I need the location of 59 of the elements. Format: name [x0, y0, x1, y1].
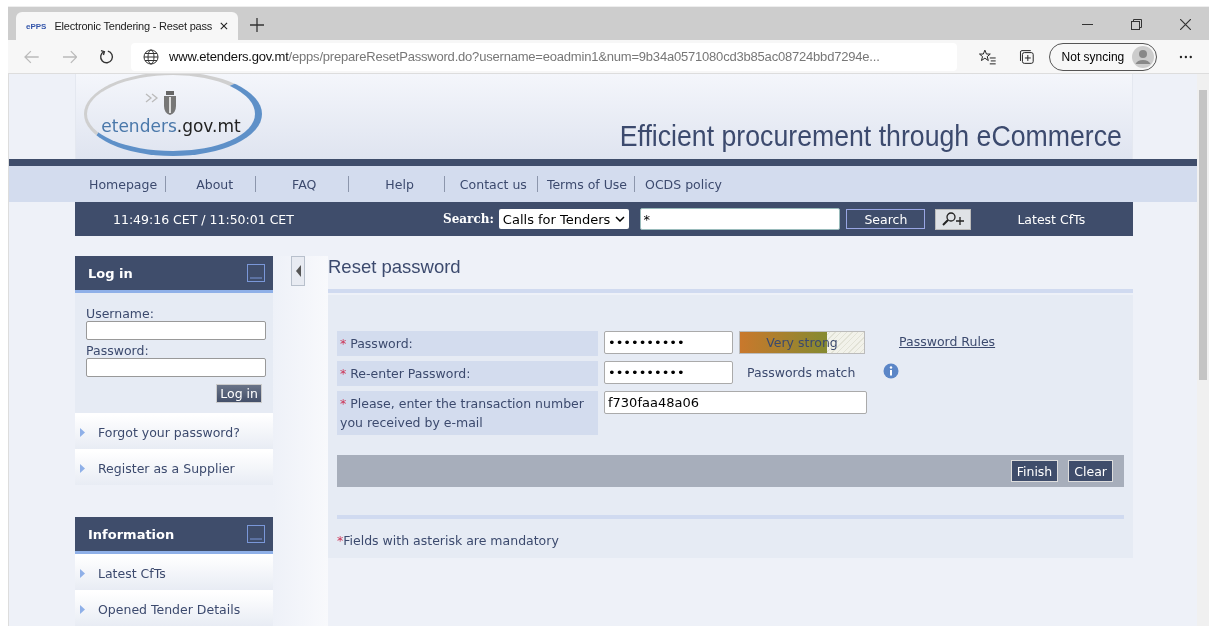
form-button[interactable]: Finish [1010, 460, 1059, 482]
url-text: www.etenders.gov.mt/epps/prepareResetPassword.do?username=eoadmin1&num=9b34a0571080cd3b85ac08724bbd7294e... [169, 49, 880, 65]
search-button[interactable]: Search [846, 209, 926, 229]
avatar-icon [1132, 45, 1155, 68]
caret-left-icon [295, 265, 301, 277]
collapse-button[interactable] [291, 256, 305, 286]
username-field[interactable] [86, 321, 266, 340]
triangle-right-icon [80, 427, 85, 437]
triangle-right-icon [80, 463, 85, 473]
match-text: Passwords match [747, 365, 856, 380]
close-icon[interactable] [220, 21, 228, 32]
triangle-right-icon [80, 604, 85, 614]
tab-title: Electronic Tendering - Reset pass [54, 20, 213, 33]
collections-icon[interactable] [1018, 48, 1035, 65]
clock-text: 11:49:16 CET / 11:50:01 CET [113, 211, 295, 227]
nav-link[interactable]: Help [349, 176, 444, 192]
crest-icon [144, 90, 178, 116]
scope-dropdown[interactable]: Calls for Tenders [498, 209, 630, 229]
field-label: * Password: [337, 331, 598, 356]
close-icon[interactable] [1180, 19, 1191, 31]
nav-link[interactable]: Terms of Use [537, 176, 635, 192]
more-icon[interactable] [1179, 54, 1193, 59]
plus-icon[interactable] [250, 18, 264, 33]
restore-icon[interactable] [1131, 19, 1142, 31]
password-field[interactable] [86, 358, 266, 377]
favicon: ePPS [26, 22, 47, 31]
field-label: * Please, enter the transaction number you received by e-mail [337, 391, 598, 435]
latest-cfts-link[interactable]: Latest CfTs [1017, 211, 1086, 227]
favorites-icon[interactable] [979, 48, 997, 65]
mandatory-note: *Fields with asterisk are mandatory [337, 533, 560, 548]
field-label: Username: [86, 306, 155, 321]
browser-tab[interactable]: ePPS Electronic Tendering - Reset pass [16, 12, 238, 41]
field-label: Password: [86, 343, 150, 358]
nav-link[interactable]: FAQ [256, 176, 349, 192]
globe-icon [143, 48, 160, 65]
form-button[interactable]: Clear [1068, 460, 1113, 482]
transaction-number-field[interactable]: f730faa48a06 [604, 391, 867, 414]
search-field[interactable]: * [640, 208, 841, 230]
password-rules-link[interactable]: Password Rules [899, 334, 996, 349]
triangle-right-icon [80, 568, 85, 578]
info-icon[interactable] [883, 363, 900, 379]
login-button[interactable]: Log in [216, 384, 262, 403]
nav-link[interactable]: About [166, 176, 256, 192]
scrollbar[interactable] [1197, 74, 1209, 626]
address-bar[interactable]: www.etenders.gov.mt/epps/prepareResetPassword.do?username=eoadmin1&num=9b34a0571080cd3b85ac08724bbd7294e... [131, 42, 958, 71]
chevron-down-icon [615, 216, 626, 222]
nav-link[interactable]: Contact us [444, 176, 537, 192]
nav-link[interactable]: OCDS policy [635, 176, 722, 192]
search-label: Search: [443, 212, 494, 226]
panel-title: Information [88, 526, 175, 542]
panel-title: Log in [88, 265, 133, 281]
site-tagline: Efficient procurement through eCommerce [619, 120, 1122, 153]
magnifier-plus-icon [941, 212, 966, 226]
password-field[interactable]: •••••••••• [604, 361, 733, 384]
password-field[interactable]: •••••••••• [604, 331, 733, 354]
field-label: * Re-enter Password: [337, 361, 598, 386]
advanced-search-button[interactable] [935, 208, 972, 230]
nav-link[interactable]: Homepage [89, 176, 166, 192]
refresh-icon[interactable] [99, 48, 116, 65]
